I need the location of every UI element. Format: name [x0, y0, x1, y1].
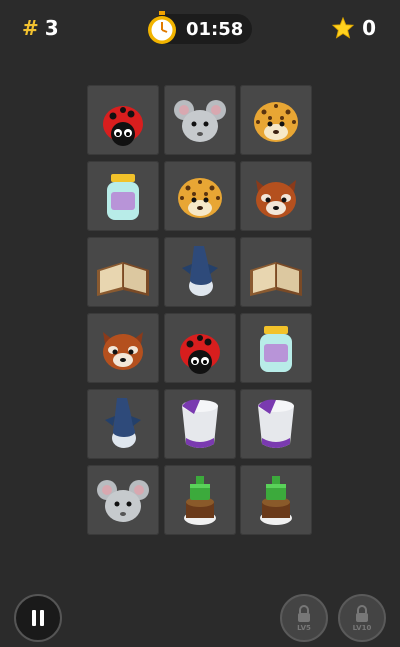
- lock-icon: [356, 604, 368, 622]
- pause-icon: [32, 610, 44, 626]
- locked-powerup-lv10[interactable]: LV10: [338, 594, 386, 642]
- tile-mouse[interactable]: [87, 465, 159, 535]
- star-icon: [332, 17, 355, 39]
- tile-shark[interactable]: [87, 389, 159, 459]
- leopard-icon: [178, 178, 222, 218]
- score-indicator: 0: [332, 16, 376, 40]
- lock-label: LV5: [297, 623, 311, 632]
- shark-icon: [105, 398, 141, 448]
- ladybug-icon: [180, 334, 220, 374]
- tile-book[interactable]: [240, 237, 312, 307]
- shark-icon: [182, 246, 218, 296]
- tile-cake[interactable]: [164, 465, 236, 535]
- tile-leopard[interactable]: [164, 161, 236, 231]
- tile-mouse[interactable]: [164, 85, 236, 155]
- pause-button[interactable]: [14, 594, 62, 642]
- locked-powerup-lv5[interactable]: LV5: [280, 594, 328, 642]
- tile-leopard[interactable]: [240, 85, 312, 155]
- tile-ladybug[interactable]: [164, 313, 236, 383]
- tile-red-panda[interactable]: [87, 313, 159, 383]
- timer-text: 01:58: [186, 18, 244, 40]
- hud: # 3 01:58 0: [0, 0, 400, 58]
- tile-milk-carton[interactable]: [164, 389, 236, 459]
- tile-cake[interactable]: [240, 465, 312, 535]
- tile-ladybug[interactable]: [87, 85, 159, 155]
- book-icon: [97, 262, 149, 296]
- milk-carton-icon: [258, 399, 294, 448]
- tile-shark[interactable]: [164, 237, 236, 307]
- hash-icon: #: [22, 16, 39, 40]
- leopard-icon: [254, 102, 298, 142]
- tile-jar[interactable]: [87, 161, 159, 231]
- level-number: 3: [44, 16, 59, 40]
- cake-icon: [184, 476, 216, 525]
- red-panda-icon: [103, 332, 143, 370]
- tile-jar[interactable]: [240, 313, 312, 383]
- tile-red-panda[interactable]: [240, 161, 312, 231]
- jar-icon: [260, 326, 292, 372]
- stopwatch-icon: [148, 11, 176, 44]
- cake-icon: [260, 476, 292, 525]
- tile-book[interactable]: [87, 237, 159, 307]
- book-icon: [250, 262, 302, 296]
- level-indicator: # 3: [22, 16, 59, 40]
- jar-icon: [107, 174, 139, 220]
- lock-icon: [298, 604, 310, 622]
- mouse-icon: [97, 480, 149, 522]
- timer: 01:58: [148, 11, 252, 44]
- tile-milk-carton[interactable]: [240, 389, 312, 459]
- score-value: 0: [362, 16, 376, 40]
- ladybug-icon: [103, 106, 143, 146]
- red-panda-icon: [256, 180, 296, 218]
- lock-label: LV10: [352, 623, 372, 632]
- mouse-icon: [174, 100, 226, 142]
- milk-carton-icon: [182, 399, 218, 448]
